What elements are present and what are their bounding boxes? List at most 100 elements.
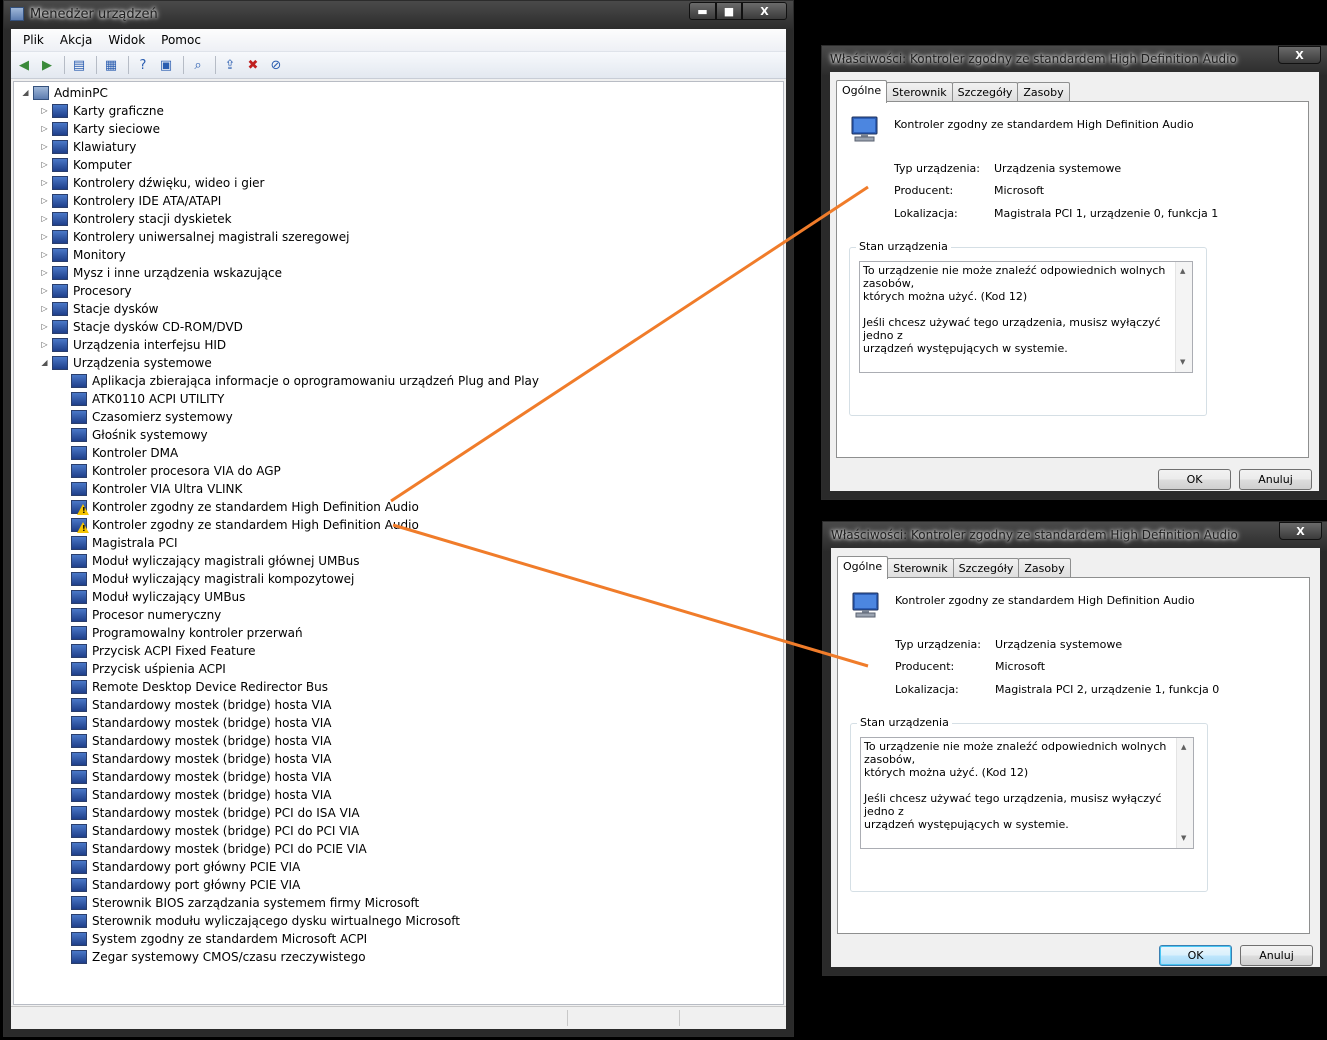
tree-device[interactable]: Moduł wyliczający UMBus — [14, 588, 783, 606]
scroll-down-arrow-icon[interactable]: ▼ — [1180, 356, 1185, 369]
status-scrollbar[interactable]: ▲ ▼ — [1176, 738, 1193, 848]
expand-arrow-icon[interactable]: ▷ — [40, 156, 49, 174]
dialog-close-button[interactable]: X — [1278, 46, 1321, 64]
scroll-down-arrow-icon[interactable]: ▼ — [1181, 832, 1186, 845]
tree-device[interactable]: ! Kontroler zgodny ze standardem High Def… — [14, 516, 783, 534]
tree-device[interactable]: Procesor numeryczny — [14, 606, 783, 624]
tree-category[interactable]: ▷ Kontrolery uniwersalnej magistrali szer… — [14, 228, 783, 246]
tree-category[interactable]: ▷ Procesory — [14, 282, 783, 300]
tree-category[interactable]: ▷ Kontrolery IDE ATA/ATAPI — [14, 192, 783, 210]
tree-device[interactable]: Standardowy mostek (bridge) hosta VIA — [14, 732, 783, 750]
tree-device[interactable]: Moduł wyliczający magistrali głównej UMB… — [14, 552, 783, 570]
status-scrollbar[interactable]: ▲ ▼ — [1175, 262, 1192, 372]
tree-device[interactable]: Przycisk ACPI Fixed Feature — [14, 642, 783, 660]
tree-category[interactable]: ▷ Kontrolery stacji dyskietek — [14, 210, 783, 228]
tab-resources[interactable]: Zasoby — [1017, 82, 1070, 103]
scroll-up-arrow-icon[interactable]: ▲ — [1181, 741, 1186, 754]
tree-device[interactable]: Standardowy mostek (bridge) hosta VIA — [14, 786, 783, 804]
tree-device[interactable]: Aplikacja zbierająca informacje o oprogr… — [14, 372, 783, 390]
tab-details[interactable]: Szczegóły — [951, 82, 1019, 103]
tree-category[interactable]: ▷ Komputer — [14, 156, 783, 174]
tab-driver[interactable]: Sterownik — [887, 558, 954, 579]
maximize-button[interactable]: ■ — [716, 2, 742, 20]
show-hide-tree-icon[interactable]: ▤ — [69, 55, 89, 75]
expand-arrow-icon[interactable]: ▷ — [40, 318, 49, 336]
forward-icon[interactable]: ▶ — [37, 55, 57, 75]
tree-device[interactable]: Remote Desktop Device Redirector Bus — [14, 678, 783, 696]
expand-arrow-icon[interactable]: ▷ — [40, 336, 49, 354]
tree-device[interactable]: Głośnik systemowy — [14, 426, 783, 444]
tab-details[interactable]: Szczegóły — [952, 558, 1020, 579]
cancel-button[interactable]: Anuluj — [1240, 945, 1313, 966]
menu-action[interactable]: Akcja — [52, 33, 100, 47]
tree-device[interactable]: ! Kontroler zgodny ze standardem High Def… — [14, 498, 783, 516]
tree-device[interactable]: ATK0110 ACPI UTILITY — [14, 390, 783, 408]
expand-arrow-icon[interactable]: ▷ — [40, 120, 49, 138]
tree-category[interactable]: ▷ Urządzenia interfejsu HID — [14, 336, 783, 354]
expand-arrow-icon[interactable]: ▷ — [40, 282, 49, 300]
help-icon[interactable]: ? — [133, 55, 153, 75]
menu-help[interactable]: Pomoc — [153, 33, 209, 47]
minimize-button[interactable]: ▬ — [689, 2, 716, 20]
tab-general[interactable]: Ogólne — [837, 556, 889, 579]
ok-button[interactable]: OK — [1159, 945, 1232, 966]
tab-resources[interactable]: Zasoby — [1018, 558, 1071, 579]
expand-arrow-icon[interactable]: ▷ — [40, 210, 49, 228]
ok-button[interactable]: OK — [1158, 469, 1231, 490]
tree-device[interactable]: Standardowy port główny PCIE VIA — [14, 858, 783, 876]
tree-device[interactable]: Standardowy port główny PCIE VIA — [14, 876, 783, 894]
expand-arrow-icon[interactable]: ▷ — [40, 228, 49, 246]
view-icon[interactable]: ▣ — [156, 55, 176, 75]
device-status-textbox[interactable]: To urządzenie nie może znaleźć odpowiedn… — [860, 737, 1194, 849]
tree-device[interactable]: Kontroler DMA — [14, 444, 783, 462]
tree-device[interactable]: Przycisk uśpienia ACPI — [14, 660, 783, 678]
tab-driver[interactable]: Sterownik — [886, 82, 953, 103]
device-tree[interactable]: ◢ AdminPC ▷ Karty graficzne ▷ Karty sieciowe ▷… — [13, 81, 784, 1005]
tree-device[interactable]: Zegar systemowy CMOS/czasu rzeczywistego — [14, 948, 783, 966]
scan-hardware-icon[interactable]: ⌕ — [188, 55, 208, 75]
menu-view[interactable]: Widok — [100, 33, 153, 47]
tree-device[interactable]: Standardowy mostek (bridge) hosta VIA — [14, 714, 783, 732]
update-driver-icon[interactable]: ⇪ — [220, 55, 240, 75]
expand-arrow-icon[interactable]: ▷ — [40, 102, 49, 120]
tree-device[interactable]: Kontroler VIA Ultra VLINK — [14, 480, 783, 498]
device-status-textbox[interactable]: To urządzenie nie może znaleźć odpowiedn… — [859, 261, 1193, 373]
tree-device[interactable]: Moduł wyliczający magistrali kompozytowe… — [14, 570, 783, 588]
uninstall-icon[interactable]: ✖ — [243, 55, 263, 75]
tree-device[interactable]: Standardowy mostek (bridge) PCI do ISA V… — [14, 804, 783, 822]
menu-file[interactable]: Plik — [15, 33, 52, 47]
tree-category[interactable]: ▷ Karty sieciowe — [14, 120, 783, 138]
expand-arrow-icon[interactable]: ▷ — [40, 246, 49, 264]
tree-device[interactable]: Czasomierz systemowy — [14, 408, 783, 426]
tree-device[interactable]: Standardowy mostek (bridge) PCI do PCIE … — [14, 840, 783, 858]
tree-device[interactable]: Standardowy mostek (bridge) hosta VIA — [14, 750, 783, 768]
dialog-title-bar[interactable]: Właściwości: Kontroler zgodny ze standar… — [823, 522, 1327, 550]
tree-category[interactable]: ◢ Urządzenia systemowe — [14, 354, 783, 372]
back-icon[interactable]: ◀ — [14, 55, 34, 75]
tree-category[interactable]: ▷ Stacje dysków — [14, 300, 783, 318]
tree-device[interactable]: Standardowy mostek (bridge) PCI do PCI V… — [14, 822, 783, 840]
tree-device[interactable]: Sterownik BIOS zarządzania systemem firm… — [14, 894, 783, 912]
scroll-up-arrow-icon[interactable]: ▲ — [1180, 265, 1185, 278]
tree-device[interactable]: Magistrala PCI — [14, 534, 783, 552]
properties-icon[interactable]: ▦ — [101, 55, 121, 75]
tree-device[interactable]: Standardowy mostek (bridge) hosta VIA — [14, 768, 783, 786]
tree-category[interactable]: ▷ Klawiatury — [14, 138, 783, 156]
tree-category[interactable]: ▷ Monitory — [14, 246, 783, 264]
tree-device[interactable]: Sterownik modułu wyliczającego dysku wir… — [14, 912, 783, 930]
cancel-button[interactable]: Anuluj — [1239, 469, 1312, 490]
tree-device[interactable]: Kontroler procesora VIA do AGP — [14, 462, 783, 480]
tree-root-computer[interactable]: ◢ AdminPC — [14, 84, 783, 102]
tree-category[interactable]: ▷ Karty graficzne — [14, 102, 783, 120]
expand-arrow-icon[interactable]: ▷ — [40, 138, 49, 156]
expand-arrow-icon[interactable]: ▷ — [40, 192, 49, 210]
expand-arrow-icon[interactable]: ▷ — [40, 300, 49, 318]
dialog-title-bar[interactable]: Właściwości: Kontroler zgodny ze standar… — [822, 46, 1327, 74]
tree-category[interactable]: ▷ Stacje dysków CD-ROM/DVD — [14, 318, 783, 336]
tree-category[interactable]: ▷ Mysz i inne urządzenia wskazujące — [14, 264, 783, 282]
tab-general[interactable]: Ogólne — [836, 80, 888, 103]
disable-icon[interactable]: ⊘ — [266, 55, 286, 75]
dialog-close-button[interactable]: X — [1279, 522, 1322, 540]
tree-category[interactable]: ▷ Kontrolery dźwięku, wideo i gier — [14, 174, 783, 192]
close-button[interactable]: X — [742, 2, 787, 20]
